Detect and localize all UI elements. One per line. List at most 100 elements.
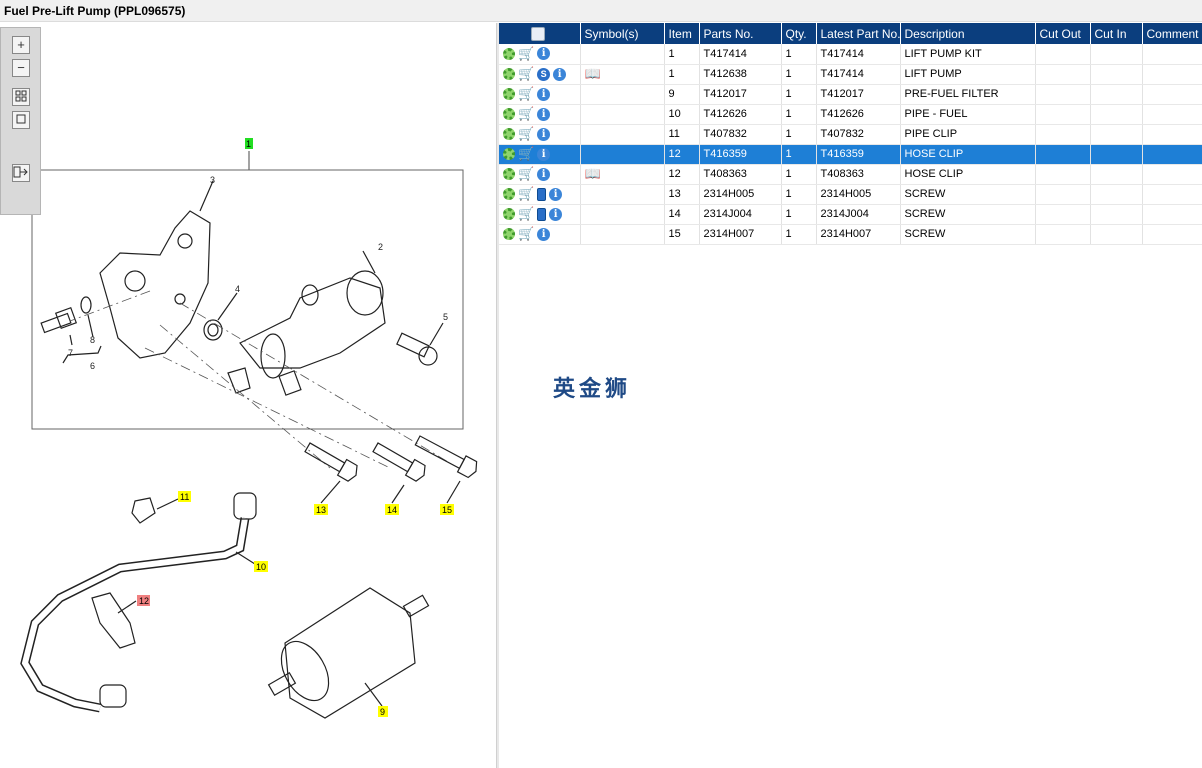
cell-cut-out bbox=[1035, 184, 1091, 205]
fit-all-icon[interactable] bbox=[12, 88, 30, 106]
diagram-pane[interactable]: 3 2 4 5 8 7 6 1 11 12 10 13 14 15 9 + − bbox=[0, 23, 496, 768]
table-row[interactable]: 🛒 i 13 2314H005 1 2314H005 SCREW bbox=[499, 184, 1202, 205]
cell-latest-part-no: T408363 bbox=[816, 164, 901, 185]
cell-latest-part-no: 2314H007 bbox=[816, 224, 901, 245]
zoom-in-button[interactable]: + bbox=[12, 36, 30, 54]
gear-icon[interactable] bbox=[503, 108, 515, 120]
book-icon[interactable]: 📖 bbox=[585, 66, 601, 82]
cell-symbols bbox=[580, 84, 665, 105]
cart-icon[interactable]: 🛒 bbox=[518, 187, 534, 200]
cell-symbols bbox=[580, 104, 665, 125]
cart-icon[interactable]: 🛒 bbox=[518, 147, 534, 160]
search-list-icon[interactable] bbox=[530, 26, 545, 41]
cart-icon[interactable]: 🛒 bbox=[518, 207, 534, 220]
info-icon[interactable]: i bbox=[537, 147, 551, 161]
cart-icon[interactable]: 🛒 bbox=[518, 127, 534, 140]
info-icon[interactable]: i bbox=[537, 87, 551, 101]
cell-qty: 1 bbox=[781, 184, 817, 205]
gears-icon[interactable] bbox=[503, 68, 515, 80]
column-header-actions[interactable] bbox=[499, 23, 581, 44]
cell-qty: 1 bbox=[781, 224, 817, 245]
parts-table: Symbol(s) Item Parts No. Qty. Latest Par… bbox=[499, 23, 1202, 245]
gears-icon[interactable] bbox=[503, 47, 515, 60]
column-header-latest-part-no[interactable]: Latest Part No. bbox=[816, 23, 901, 44]
info-icon[interactable]: i bbox=[537, 47, 551, 61]
cell-cut-in bbox=[1090, 184, 1143, 205]
parts-diagram: 3 2 4 5 8 7 6 1 11 12 10 13 14 15 9 bbox=[20, 138, 478, 719]
callout-10: 10 bbox=[256, 562, 266, 572]
cell-qty: 1 bbox=[781, 104, 817, 125]
table-row[interactable]: 🛒 i 1 T417414 1 T417414 LIFT PUMP KIT bbox=[499, 44, 1202, 65]
cell-cut-in bbox=[1090, 44, 1143, 65]
gear-icon[interactable] bbox=[503, 148, 515, 160]
export-icon[interactable] bbox=[12, 164, 30, 182]
cell-cut-out bbox=[1035, 124, 1091, 145]
cell-item: 14 bbox=[664, 204, 700, 225]
cart-icon[interactable]: 🛒 bbox=[518, 87, 534, 100]
cart-icon[interactable]: 🛒 bbox=[518, 227, 534, 240]
gear-icon[interactable] bbox=[503, 128, 515, 140]
cell-parts-no: 2314J004 bbox=[699, 204, 782, 225]
cell-symbols bbox=[580, 144, 665, 165]
cell-description: LIFT PUMP bbox=[900, 64, 1036, 85]
table-row[interactable]: 🛒 Si 📖 1 T412638 1 T417414 LIFT PUMP bbox=[499, 64, 1202, 85]
gear-icon[interactable] bbox=[503, 88, 515, 100]
cell-description: SCREW bbox=[900, 204, 1036, 225]
cell-symbols bbox=[580, 44, 665, 65]
cell-latest-part-no: T417414 bbox=[816, 44, 901, 65]
table-row[interactable]: 🛒 i 15 2314H007 1 2314H007 SCREW bbox=[499, 224, 1202, 245]
cell-item: 9 bbox=[664, 84, 700, 105]
cell-cut-in bbox=[1090, 204, 1143, 225]
info-icon[interactable]: i bbox=[549, 187, 563, 201]
callout-14: 14 bbox=[387, 505, 397, 515]
info-icon[interactable]: i bbox=[553, 67, 567, 81]
table-row[interactable]: 🛒 i 10 T412626 1 T412626 PIPE - FUEL bbox=[499, 104, 1202, 125]
callout-7: 7 bbox=[68, 348, 73, 358]
table-row[interactable]: 🛒 i 📖 12 T408363 1 T408363 HOSE CLIP bbox=[499, 164, 1202, 185]
gear-icon[interactable] bbox=[503, 168, 515, 180]
gear-icon[interactable] bbox=[503, 188, 515, 200]
column-header-symbols[interactable]: Symbol(s) bbox=[580, 23, 665, 44]
cart-icon[interactable]: 🛒 bbox=[518, 107, 534, 120]
cell-item: 1 bbox=[664, 44, 700, 65]
column-header-cut-in[interactable]: Cut In bbox=[1090, 23, 1143, 44]
column-header-comment[interactable]: Comment bbox=[1142, 23, 1202, 44]
cart-icon[interactable]: 🛒 bbox=[518, 47, 534, 60]
cell-comment bbox=[1142, 144, 1202, 165]
row-actions: 🛒 i bbox=[499, 84, 581, 105]
cell-description: PIPE CLIP bbox=[900, 124, 1036, 145]
cart-icon[interactable]: 🛒 bbox=[518, 167, 534, 180]
cell-symbols bbox=[580, 224, 665, 245]
info-icon[interactable]: i bbox=[537, 127, 551, 141]
table-row[interactable]: 🛒 i 14 2314J004 1 2314J004 SCREW bbox=[499, 204, 1202, 225]
cart-icon[interactable]: 🛒 bbox=[518, 67, 534, 80]
cell-parts-no: T412017 bbox=[699, 84, 782, 105]
zoom-out-button[interactable]: − bbox=[12, 59, 30, 77]
info-icon[interactable]: i bbox=[549, 207, 563, 221]
book-icon[interactable]: 📖 bbox=[585, 166, 601, 182]
phone-icon[interactable] bbox=[537, 187, 547, 201]
info-icon[interactable]: i bbox=[537, 167, 551, 181]
gear-icon[interactable] bbox=[503, 228, 515, 240]
info-icon[interactable]: i bbox=[537, 107, 551, 121]
table-row[interactable]: 🛒 i 9 T412017 1 T412017 PRE-FUEL FILTER bbox=[499, 84, 1202, 105]
s-badge-icon[interactable]: S bbox=[537, 67, 551, 81]
gear-icon[interactable] bbox=[503, 208, 515, 220]
callout-15: 15 bbox=[442, 505, 452, 515]
table-row[interactable]: 🛒 i 11 T407832 1 T407832 PIPE CLIP bbox=[499, 124, 1202, 145]
column-header-qty[interactable]: Qty. bbox=[781, 23, 817, 44]
column-header-parts-no[interactable]: Parts No. bbox=[699, 23, 782, 44]
cell-cut-in bbox=[1090, 144, 1143, 165]
table-row[interactable]: 🛒 i 12 T416359 1 T416359 HOSE CLIP bbox=[499, 144, 1202, 165]
column-header-description[interactable]: Description bbox=[900, 23, 1036, 44]
callout-8: 8 bbox=[90, 335, 95, 345]
cell-cut-in bbox=[1090, 84, 1143, 105]
info-icon[interactable]: i bbox=[537, 227, 551, 241]
column-header-item[interactable]: Item bbox=[664, 23, 700, 44]
cell-cut-out bbox=[1035, 224, 1091, 245]
column-header-cut-out[interactable]: Cut Out bbox=[1035, 23, 1091, 44]
cell-comment bbox=[1142, 64, 1202, 85]
cell-comment bbox=[1142, 184, 1202, 205]
phone-icon[interactable] bbox=[537, 207, 547, 221]
actual-size-icon[interactable] bbox=[12, 111, 30, 129]
